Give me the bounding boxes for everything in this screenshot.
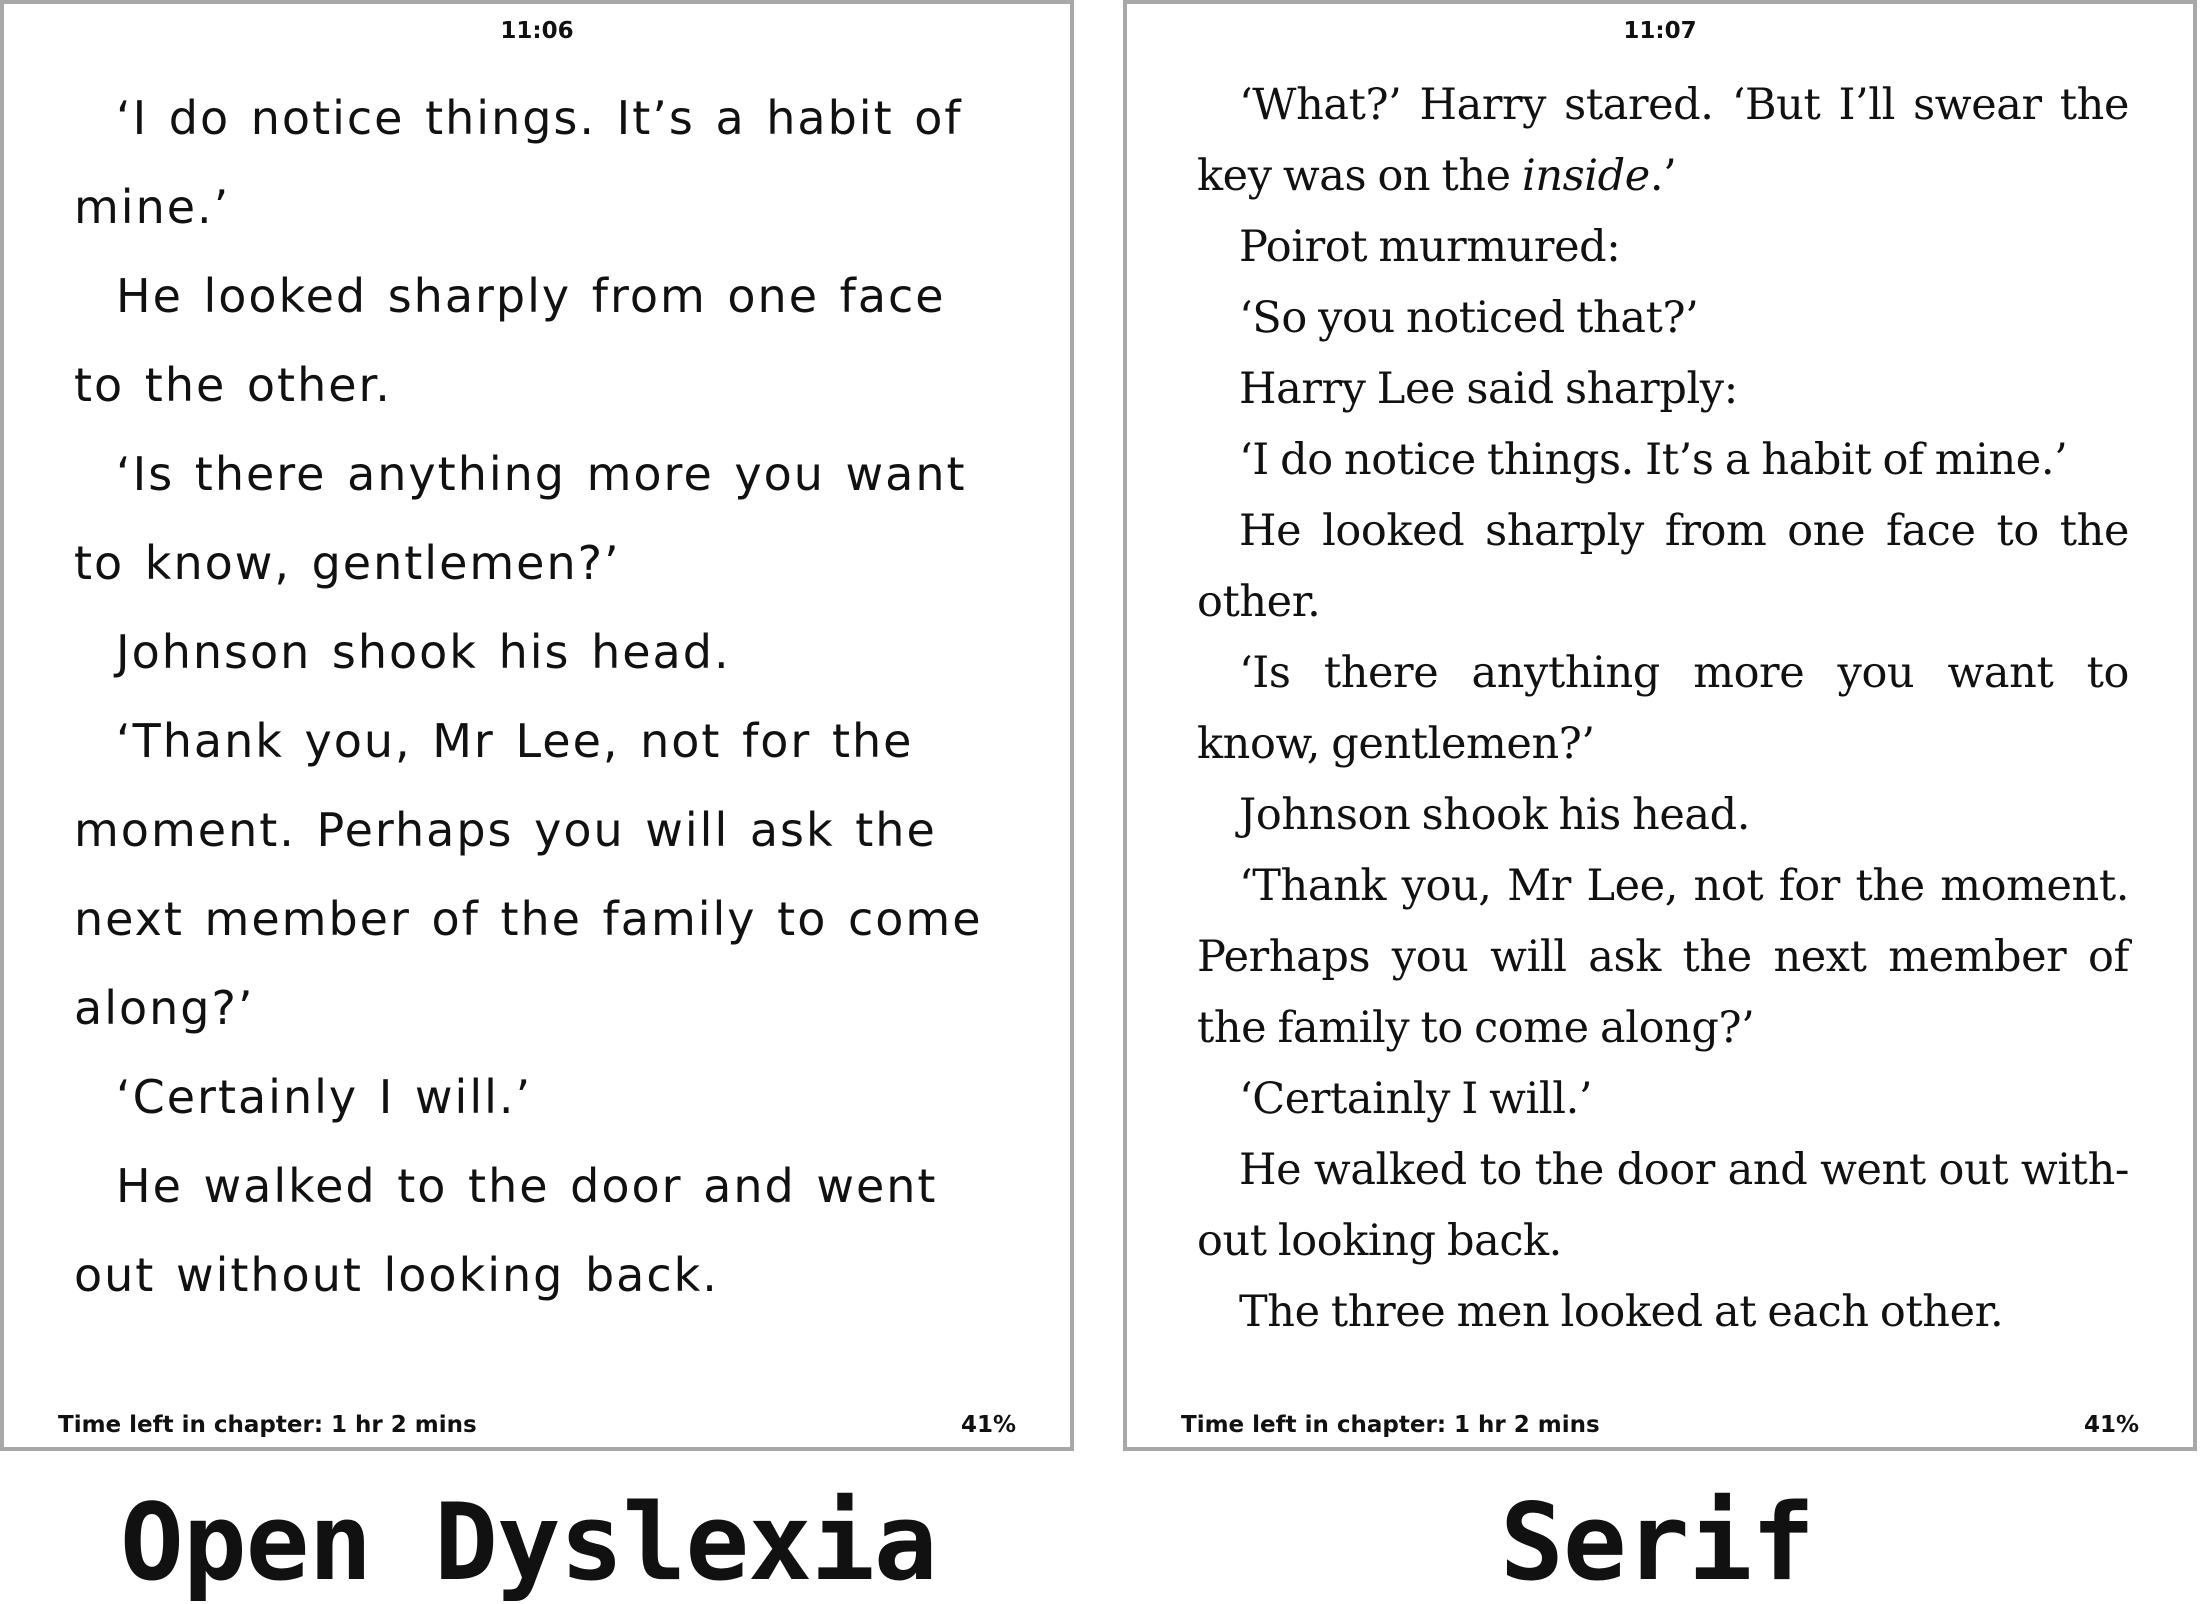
- paragraph: ‘Is there anything more you want to know…: [74, 447, 967, 590]
- paragraph: ‘I do notice things. It’s a habit of min…: [1239, 435, 2068, 485]
- book-text: ‘I do notice things. It’s a habit of min…: [74, 74, 1009, 1320]
- font-caption-serif: Serif: [1500, 1481, 1815, 1604]
- ereader-page-serif[interactable]: 11:07 ‘What?’ Harry stared. ‘But I’ll sw…: [1123, 0, 2197, 1451]
- paragraph: He looked sharply from one face to the o…: [74, 269, 946, 412]
- paragraph: Johnson shook his head.: [1239, 790, 1751, 840]
- ereader-page-open-dyslexia[interactable]: 11:06 ‘I do notice things. It’s a habit …: [0, 0, 1074, 1451]
- paragraph: ‘Certainly I will.’: [1239, 1074, 1593, 1124]
- paragraph: ‘Thank you, Mr Lee, not for the moment. …: [1197, 861, 2129, 1053]
- paragraph: ‘I do notice things. It’s a habit of min…: [74, 91, 963, 234]
- italic-word: inside: [1521, 151, 1650, 201]
- paragraph-end: .’: [1649, 151, 1677, 201]
- paragraph: Johnson shook his head.: [116, 625, 731, 679]
- status-clock: 11:06: [500, 18, 574, 44]
- paragraph: He looked sharply from one face to the o…: [1197, 506, 2129, 627]
- reading-progress: 41%: [2083, 1412, 2139, 1438]
- paragraph: He walked to the door and went out with-…: [1197, 1145, 2129, 1266]
- paragraph: ‘Thank you, Mr Lee, not for the moment. …: [74, 714, 983, 1035]
- paragraph: Harry Lee said sharply:: [1239, 364, 1738, 414]
- reading-progress: 41%: [960, 1412, 1016, 1438]
- font-caption-open-dyslexia: Open Dyslexia: [120, 1481, 938, 1604]
- status-clock: 11:07: [1623, 18, 1697, 44]
- time-left-in-chapter[interactable]: Time left in chapter: 1 hr 2 mins: [58, 1412, 477, 1438]
- paragraph: Poirot murmured:: [1239, 222, 1621, 272]
- paragraph: The three men looked at each other.: [1239, 1287, 2004, 1337]
- paragraph: ‘So you noticed that?’: [1239, 293, 1699, 343]
- time-left-in-chapter[interactable]: Time left in chapter: 1 hr 2 mins: [1181, 1412, 1600, 1438]
- paragraph: He walked to the door and went out witho…: [74, 1159, 938, 1302]
- book-text: ‘What?’ Harry stared. ‘But I’ll swear th…: [1197, 70, 2129, 1348]
- paragraph: ‘What?’ Harry stared. ‘But I’ll swear th…: [1197, 70, 2129, 212]
- paragraph: ‘Certainly I will.’: [116, 1070, 533, 1124]
- paragraph: ‘Is there anything more you want to know…: [1197, 648, 2129, 769]
